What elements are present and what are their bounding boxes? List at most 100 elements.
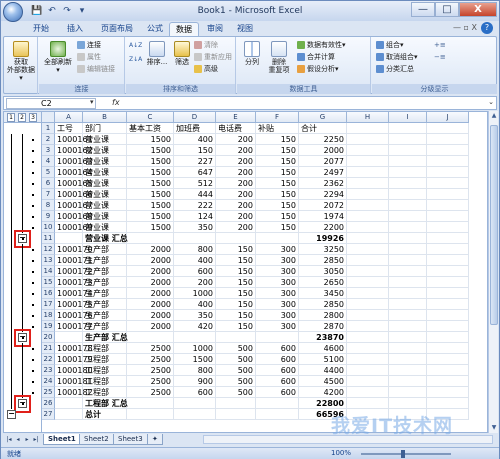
- cell[interactable]: [347, 178, 389, 189]
- cell[interactable]: [427, 255, 469, 266]
- cell[interactable]: 1500: [127, 189, 174, 200]
- row-header[interactable]: 8: [42, 200, 55, 211]
- cell[interactable]: [347, 266, 389, 277]
- cell[interactable]: 工程部: [83, 387, 127, 398]
- cell[interactable]: [347, 299, 389, 310]
- cell[interactable]: [427, 156, 469, 167]
- cell[interactable]: 总计: [83, 409, 127, 420]
- cell[interactable]: 2000: [299, 145, 347, 156]
- cell[interactable]: 1000: [174, 288, 216, 299]
- column-header[interactable]: D: [174, 112, 216, 123]
- cell[interactable]: 生产部: [83, 288, 127, 299]
- cell[interactable]: 500: [216, 365, 256, 376]
- select-all-corner[interactable]: [42, 112, 55, 123]
- cell[interactable]: 1000173: [55, 277, 93, 288]
- collapse-all-icon[interactable]: −: [7, 410, 16, 419]
- fx-icon[interactable]: fx: [112, 98, 120, 107]
- cell[interactable]: 1500: [127, 200, 174, 211]
- cell[interactable]: [127, 332, 174, 343]
- cell[interactable]: 200: [216, 145, 256, 156]
- cell[interactable]: 营业课: [83, 156, 127, 167]
- cell[interactable]: 600: [174, 387, 216, 398]
- row-header[interactable]: 7: [42, 189, 55, 200]
- cell[interactable]: 3250: [299, 244, 347, 255]
- cell[interactable]: [127, 398, 174, 409]
- cell[interactable]: 加班费: [174, 123, 216, 134]
- cell[interactable]: [347, 343, 389, 354]
- cell[interactable]: [389, 332, 427, 343]
- cell[interactable]: 2000: [127, 288, 174, 299]
- cell[interactable]: 2000: [127, 299, 174, 310]
- cell[interactable]: 150: [216, 244, 256, 255]
- cell[interactable]: 1000168: [55, 211, 93, 222]
- cell[interactable]: [347, 156, 389, 167]
- cell[interactable]: [389, 134, 427, 145]
- first-sheet-icon[interactable]: |◂: [5, 435, 13, 444]
- row-header[interactable]: 15: [42, 277, 55, 288]
- cell[interactable]: 647: [174, 167, 216, 178]
- cell[interactable]: [216, 409, 256, 420]
- cell[interactable]: 400: [174, 255, 216, 266]
- cell[interactable]: [427, 123, 469, 134]
- cell[interactable]: 2850: [299, 255, 347, 266]
- row-header[interactable]: 19: [42, 321, 55, 332]
- cell[interactable]: [389, 266, 427, 277]
- cell[interactable]: [347, 332, 389, 343]
- row-header[interactable]: 12: [42, 244, 55, 255]
- cell[interactable]: [389, 189, 427, 200]
- cell[interactable]: [427, 310, 469, 321]
- cell[interactable]: 150: [216, 288, 256, 299]
- text-to-columns-button[interactable]: 分列: [241, 41, 263, 66]
- cell[interactable]: 150: [216, 255, 256, 266]
- cell[interactable]: 生产部: [83, 299, 127, 310]
- close-button[interactable]: X: [459, 2, 497, 17]
- cell[interactable]: 营业课: [83, 145, 127, 156]
- get-external-data-button[interactable]: 获取 外部数据▾: [7, 41, 35, 82]
- column-header[interactable]: J: [427, 112, 469, 123]
- cell[interactable]: [389, 288, 427, 299]
- edit-links-button[interactable]: 编辑链接: [77, 64, 115, 74]
- cell[interactable]: [55, 398, 83, 409]
- cell[interactable]: 150: [256, 189, 299, 200]
- outline-level-3-button[interactable]: 3: [29, 113, 37, 122]
- cell[interactable]: [389, 233, 427, 244]
- cell[interactable]: [427, 178, 469, 189]
- row-header[interactable]: 16: [42, 288, 55, 299]
- cell[interactable]: [347, 145, 389, 156]
- cell[interactable]: 1000179: [55, 354, 93, 365]
- column-header[interactable]: I: [389, 112, 427, 123]
- cell[interactable]: 2294: [299, 189, 347, 200]
- filter-button[interactable]: 筛选: [172, 41, 192, 66]
- cell[interactable]: [256, 398, 299, 409]
- refresh-all-button[interactable]: 全部刷新 ▾: [43, 41, 73, 74]
- scroll-up-icon[interactable]: ▲: [489, 111, 499, 121]
- cell[interactable]: 营业课: [83, 189, 127, 200]
- cell[interactable]: 300: [256, 255, 299, 266]
- cell[interactable]: 2500: [127, 343, 174, 354]
- row-header[interactable]: 6: [42, 178, 55, 189]
- cell[interactable]: [389, 277, 427, 288]
- zoom-slider[interactable]: [361, 453, 451, 455]
- cell[interactable]: [347, 200, 389, 211]
- cell[interactable]: 22800: [299, 398, 347, 409]
- cell[interactable]: 2000: [127, 310, 174, 321]
- tab-formulas[interactable]: 公式: [141, 22, 169, 36]
- column-header[interactable]: A: [55, 112, 83, 123]
- cell[interactable]: [55, 409, 83, 420]
- cell[interactable]: [427, 200, 469, 211]
- cell[interactable]: 营业课: [83, 222, 127, 233]
- row-header[interactable]: 26: [42, 398, 55, 409]
- cell[interactable]: 500: [216, 354, 256, 365]
- cell[interactable]: 生产部: [83, 310, 127, 321]
- cell[interactable]: [389, 398, 427, 409]
- row-header[interactable]: 10: [42, 222, 55, 233]
- cell[interactable]: [389, 321, 427, 332]
- cell[interactable]: [347, 255, 389, 266]
- cell[interactable]: [427, 145, 469, 156]
- cell[interactable]: 2870: [299, 321, 347, 332]
- insert-sheet-icon[interactable]: ✦: [147, 434, 163, 445]
- cell[interactable]: [347, 233, 389, 244]
- cell[interactable]: 1500: [127, 222, 174, 233]
- cell[interactable]: 300: [256, 288, 299, 299]
- cell[interactable]: 1000: [174, 343, 216, 354]
